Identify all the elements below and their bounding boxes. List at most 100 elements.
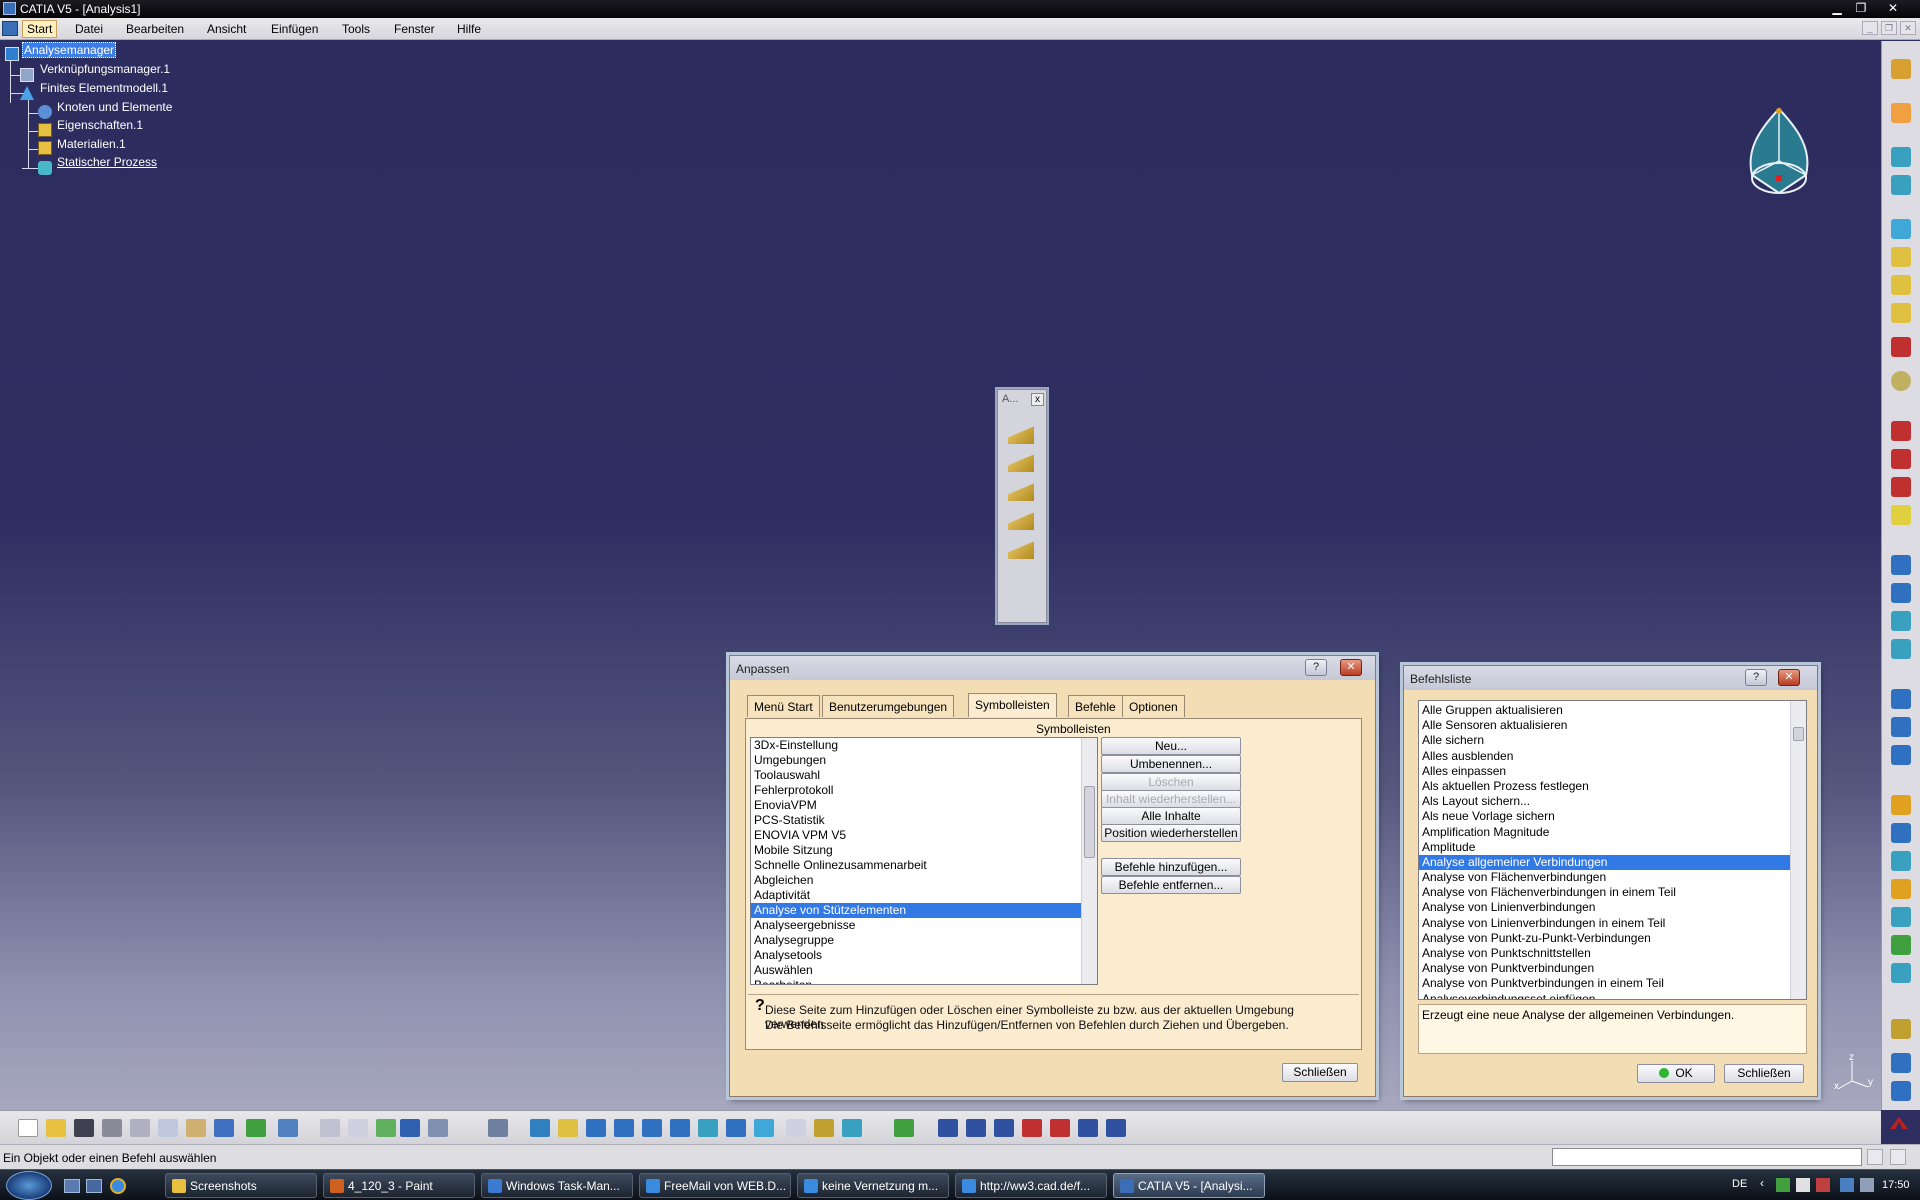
toolbar-list-item[interactable]: PCS-Statistik — [751, 813, 1081, 828]
floating-toolbar-close-button[interactable]: x — [1031, 393, 1044, 406]
paste-icon[interactable] — [186, 1119, 206, 1137]
property-icon[interactable] — [1891, 247, 1911, 267]
command-list-item[interactable]: Analyse von Linienverbindungen in einem … — [1419, 916, 1790, 931]
command-list-item[interactable]: Analyse von Linienverbindungen — [1419, 900, 1790, 915]
menu-tools[interactable]: Tools — [342, 22, 370, 36]
connection-icon[interactable] — [1891, 611, 1911, 631]
tree-icon[interactable] — [428, 1119, 448, 1137]
fly-icon[interactable] — [488, 1119, 508, 1137]
command-list-item[interactable]: Alle sichern — [1419, 733, 1790, 748]
new-toolbar-button[interactable]: Neu... — [1101, 737, 1241, 755]
befehlsliste-close-button[interactable]: ✕ — [1778, 669, 1800, 686]
toolbar-list-item[interactable]: Auswählen — [751, 963, 1081, 978]
compass-icon[interactable] — [1744, 105, 1814, 205]
command-input[interactable] — [1552, 1148, 1862, 1166]
anpassen-schliessen-button[interactable]: Schließen — [1282, 1063, 1358, 1082]
floating-toolbar[interactable]: A... x — [997, 389, 1047, 623]
toolbar-list-item[interactable]: Abgleichen — [751, 873, 1081, 888]
sensor-icon[interactable] — [376, 1119, 396, 1137]
open-folder-icon[interactable] — [46, 1119, 66, 1137]
mesh-tool-icon[interactable] — [938, 1119, 958, 1137]
toolbar-list-item[interactable]: Analyse von Stützelementen — [751, 903, 1081, 918]
load-icon[interactable] — [1891, 477, 1911, 497]
connection-icon[interactable] — [1891, 639, 1911, 659]
command-list-item[interactable]: Alles ausblenden — [1419, 749, 1790, 764]
tab-optionen[interactable]: Optionen — [1122, 695, 1185, 717]
load-icon[interactable] — [1891, 505, 1911, 525]
toolbar-list-scrollbar[interactable] — [1081, 738, 1097, 984]
mesh-icon[interactable] — [1891, 147, 1911, 167]
normal-view-icon[interactable] — [698, 1119, 718, 1137]
result-icon[interactable] — [1891, 879, 1911, 899]
menu-fenster[interactable]: Fenster — [394, 22, 435, 36]
taskbar-button[interactable]: Windows Task-Man... — [481, 1173, 633, 1198]
command-list-item[interactable]: Analyse von Punktschnittstellen — [1419, 946, 1790, 961]
taskbar-button[interactable]: Screenshots — [165, 1173, 317, 1198]
fit-all-icon[interactable] — [530, 1119, 550, 1137]
toolbar-list-item[interactable]: ENOVIA VPM V5 — [751, 828, 1081, 843]
restore-position-button[interactable]: Position wiederherstellen — [1101, 824, 1241, 842]
befehlsliste-help-button[interactable]: ? — [1745, 669, 1767, 686]
tree-node-finites-elementmodell[interactable]: Finites Elementmodell.1 — [40, 81, 168, 95]
taskbar-button[interactable]: keine Vernetzung m... — [797, 1173, 949, 1198]
command-list-item[interactable]: Analyse allgemeiner Verbindungen — [1419, 854, 1790, 871]
menu-hilfe[interactable]: Hilfe — [457, 22, 481, 36]
sphere-icon[interactable] — [1891, 371, 1911, 391]
toolbar-list-item[interactable]: Schnelle Onlinezusammenarbeit — [751, 858, 1081, 873]
tray-chevron-icon[interactable]: ‹ — [1760, 1176, 1764, 1190]
tray-icon[interactable] — [1816, 1178, 1830, 1192]
undo-icon[interactable] — [214, 1119, 234, 1137]
property-icon[interactable] — [1891, 303, 1911, 323]
command-list-item[interactable]: Analyse von Flächenverbindungen in einem… — [1419, 885, 1790, 900]
mesh-tool-icon[interactable] — [966, 1119, 986, 1137]
analysis-icon[interactable] — [1891, 1053, 1911, 1073]
property-icon[interactable] — [1891, 275, 1911, 295]
multi-view-icon[interactable] — [726, 1119, 746, 1137]
tree-node-verknuepfungsmanager[interactable]: Verknüpfungsmanager.1 — [40, 62, 170, 76]
tool-icon[interactable] — [1891, 717, 1911, 737]
menu-ansicht[interactable]: Ansicht — [207, 22, 246, 36]
menu-bearbeiten[interactable]: Bearbeiten — [126, 22, 184, 36]
command-list-item[interactable]: Alle Sensoren aktualisieren — [1419, 718, 1790, 733]
result-icon[interactable] — [1891, 851, 1911, 871]
support-tool-icon[interactable] — [1008, 483, 1034, 501]
command-list-item[interactable]: Als neue Vorlage sichern — [1419, 809, 1790, 824]
load-icon[interactable] — [1891, 421, 1911, 441]
command-list-item[interactable]: Als Layout sichern... — [1419, 794, 1790, 809]
tool-icon[interactable] — [1891, 745, 1911, 765]
rotate-icon[interactable] — [614, 1119, 634, 1137]
tree-node-knoten-und-elemente[interactable]: Knoten und Elemente — [57, 100, 172, 114]
result-icon[interactable] — [1891, 907, 1911, 927]
toolbar-list-item[interactable]: Analysegruppe — [751, 933, 1081, 948]
redo-icon[interactable] — [246, 1119, 266, 1137]
restore-all-button[interactable]: Alle Inhalte wiederherstellen... — [1101, 807, 1241, 839]
support-tool-icon[interactable] — [1008, 426, 1034, 444]
gear-icon[interactable] — [1891, 59, 1911, 79]
toolbar-list-item[interactable]: Analysetools — [751, 948, 1081, 963]
volume-icon[interactable] — [1860, 1178, 1874, 1192]
add-commands-button[interactable]: Befehle hinzufügen... — [1101, 858, 1241, 876]
toolbar-listbox[interactable]: 3Dx-Einstellung Umgebungen Toolauswahl Fehl… — [750, 737, 1098, 985]
command-list-scrollbar[interactable] — [1790, 701, 1806, 999]
formula-icon[interactable] — [320, 1119, 340, 1137]
support-tool-icon[interactable] — [1008, 454, 1034, 472]
render-style-icon[interactable] — [842, 1119, 862, 1137]
save-icon[interactable] — [74, 1119, 94, 1137]
clock[interactable]: 17:50 — [1882, 1179, 1910, 1191]
toolbar-list-item[interactable]: Umgebungen — [751, 753, 1081, 768]
pan-icon[interactable] — [586, 1119, 606, 1137]
tree-node-eigenschaften[interactable]: Eigenschaften.1 — [57, 118, 143, 132]
tree-node-materialien[interactable]: Materialien.1 — [57, 137, 126, 151]
command-list-item[interactable]: Alles einpassen — [1419, 764, 1790, 779]
befehlsliste-schliessen-button[interactable]: Schließen — [1724, 1064, 1804, 1083]
tree-node-statischer-prozess[interactable]: Statischer Prozess — [57, 155, 157, 169]
command-input-icon[interactable] — [1890, 1149, 1906, 1165]
tree-root-analysemanager[interactable]: Analysemanager — [22, 42, 117, 58]
tab-menue-start[interactable]: Menü Start — [747, 695, 820, 717]
befehlsliste-ok-button[interactable]: OK — [1637, 1064, 1715, 1083]
taskbar-button[interactable]: FreeMail von WEB.D... — [639, 1173, 791, 1198]
doc-close-button[interactable]: ✕ — [1900, 21, 1916, 35]
restore-content-button[interactable]: Inhalt wiederherstellen... — [1101, 790, 1241, 808]
menu-datei[interactable]: Datei — [75, 22, 103, 36]
restraint-icon[interactable] — [1891, 337, 1911, 357]
